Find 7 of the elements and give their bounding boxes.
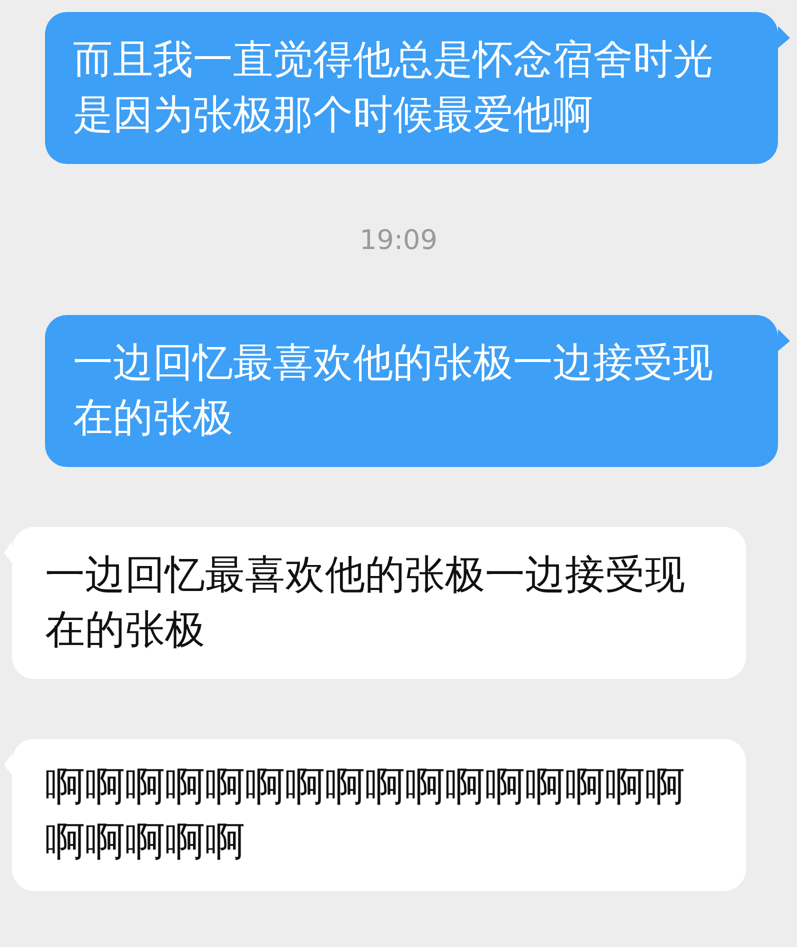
bubble-tail [778,329,790,351]
received-message-bubble: 啊啊啊啊啊啊啊啊啊啊啊啊啊啊啊啊啊啊啊啊啊 [12,739,746,891]
timestamp: 19:09 [358,224,438,258]
bubble-tail [778,26,790,48]
sent-message-bubble: 一边回忆最喜欢他的张极一边接受现在的张极 [45,315,778,467]
received-message-bubble: 一边回忆最喜欢他的张极一边接受现在的张极 [12,527,746,679]
sent-message-bubble: 而且我一直觉得他总是怀念宿舍时光是因为张极那个时候最爱他啊 [45,12,778,164]
